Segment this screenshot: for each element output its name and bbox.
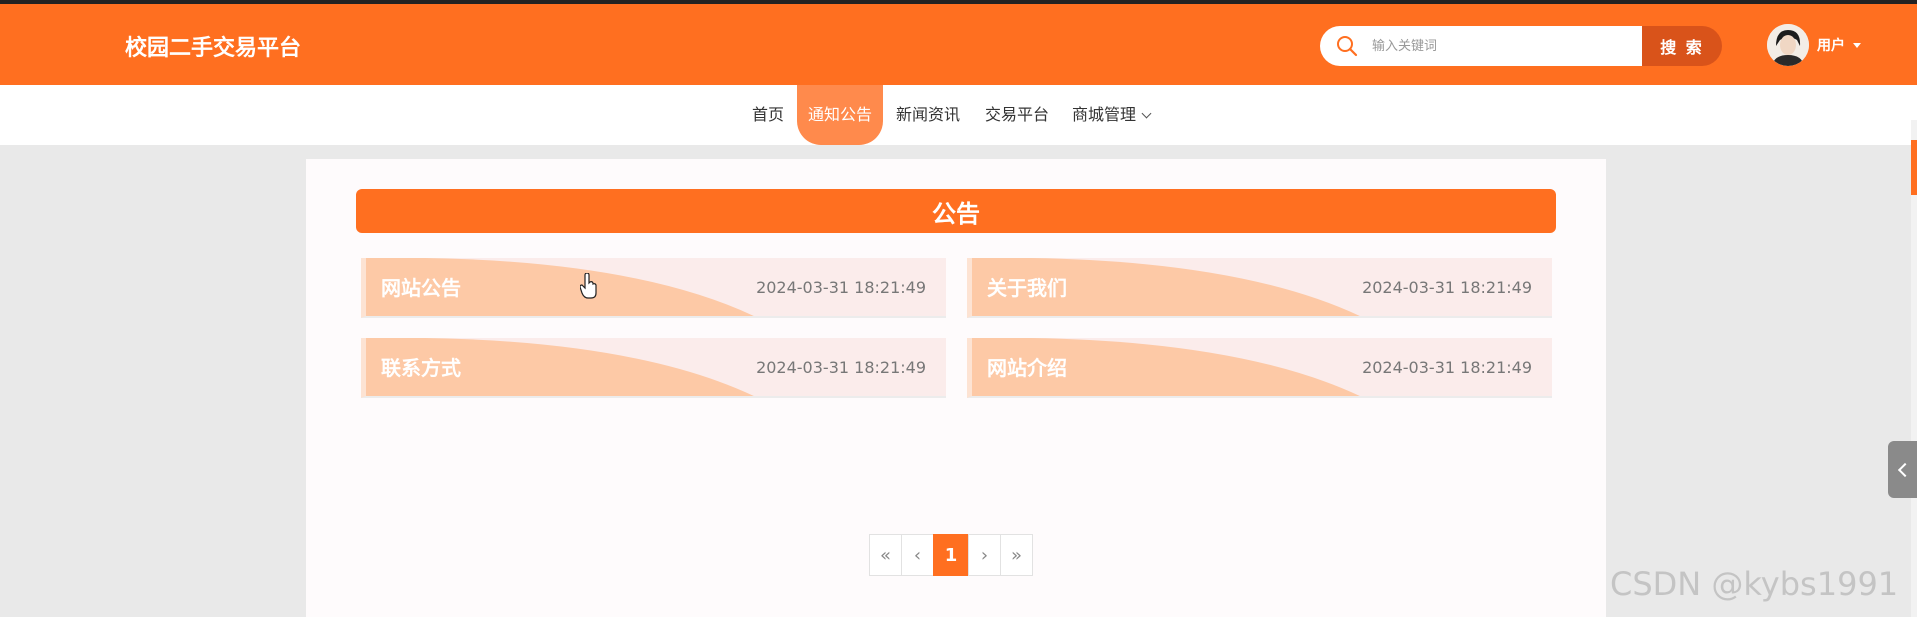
- chevron-down-icon: [1141, 108, 1152, 119]
- notice-title: 网站介绍: [987, 356, 1067, 380]
- search-button[interactable]: 搜 索: [1642, 26, 1722, 66]
- watermark: CSDN @kybs1991: [1610, 565, 1899, 603]
- scrollbar-thumb[interactable]: [1911, 140, 1917, 195]
- user-label: 用户: [1817, 38, 1845, 54]
- chevron-left-icon: [1897, 462, 1912, 477]
- prev-page-button[interactable]: ‹: [901, 534, 934, 576]
- main-nav: 首页 通知公告 新闻资讯 交易平台 商城管理: [0, 85, 1917, 145]
- first-page-button[interactable]: «: [869, 534, 902, 576]
- notice-date: 2024-03-31 18:21:49: [1362, 278, 1532, 297]
- notice-card[interactable]: 关于我们 2024-03-31 18:21:49: [967, 258, 1552, 318]
- nav-item-home[interactable]: 首页: [752, 85, 784, 145]
- notice-title: 联系方式: [381, 356, 461, 380]
- notice-card[interactable]: 网站公告 2024-03-31 18:21:49: [361, 258, 946, 318]
- notice-title: 关于我们: [987, 276, 1067, 300]
- notice-date: 2024-03-31 18:21:49: [756, 278, 926, 297]
- nav-item-notices[interactable]: 通知公告: [797, 85, 884, 145]
- current-page-button[interactable]: 1: [933, 534, 969, 576]
- nav-item-news[interactable]: 新闻资讯: [896, 85, 960, 145]
- avatar: [1767, 24, 1809, 66]
- nav-item-mall-label: 商城管理: [1072, 105, 1137, 124]
- notice-content: 公告 网站公告 2024-03-31 18:21:49 关于我们 2024-03…: [306, 159, 1606, 617]
- user-menu[interactable]: 用户: [1767, 24, 1861, 66]
- nav-item-mall-management[interactable]: 商城管理: [1072, 85, 1152, 145]
- hand-cursor-icon: [580, 273, 597, 299]
- side-panel-toggle[interactable]: [1888, 441, 1917, 498]
- next-page-button[interactable]: ›: [968, 534, 1001, 576]
- search-box: [1320, 26, 1642, 66]
- pagination: « ‹ 1 › »: [869, 534, 1033, 576]
- search-bar: 搜 索: [1320, 26, 1722, 66]
- caret-down-icon: [1853, 42, 1861, 48]
- notice-card[interactable]: 网站介绍 2024-03-31 18:21:49: [967, 338, 1552, 398]
- search-icon: [1337, 36, 1358, 57]
- notice-title: 网站公告: [381, 276, 461, 300]
- site-header: 校园二手交易平台 搜 索 用户: [0, 4, 1917, 85]
- section-title: 公告: [932, 199, 980, 228]
- notice-card[interactable]: 联系方式 2024-03-31 18:21:49: [361, 338, 946, 398]
- site-title: 校园二手交易平台: [125, 36, 302, 61]
- search-input[interactable]: [1372, 26, 1632, 66]
- notice-date: 2024-03-31 18:21:49: [756, 358, 926, 377]
- notice-date: 2024-03-31 18:21:49: [1362, 358, 1532, 377]
- last-page-button[interactable]: »: [1000, 534, 1033, 576]
- section-title-banner: 公告: [356, 189, 1556, 233]
- nav-item-trading[interactable]: 交易平台: [985, 85, 1049, 145]
- page-scrollbar[interactable]: [1911, 120, 1917, 617]
